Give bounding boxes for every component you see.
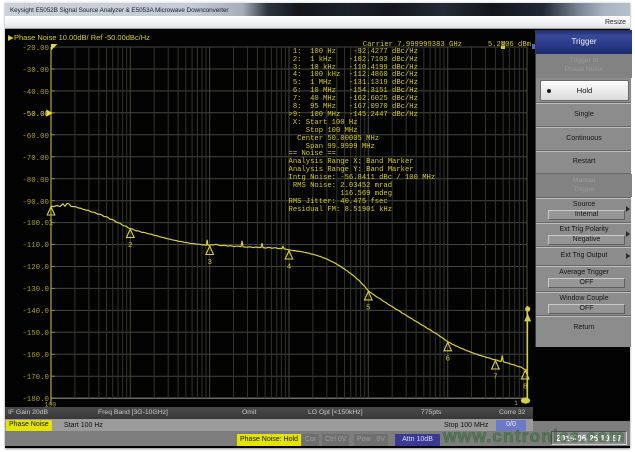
svg-text:4: 4 [287, 264, 292, 272]
svg-text:1: 1 [49, 220, 54, 228]
svg-text:3: 3 [207, 259, 212, 267]
svg-text:2: 2 [128, 242, 133, 250]
svg-text:6: 6 [445, 355, 450, 363]
svg-text:1: 1 [514, 400, 518, 407]
svg-text:5: 5 [366, 304, 371, 312]
svg-text:7: 7 [493, 374, 498, 382]
